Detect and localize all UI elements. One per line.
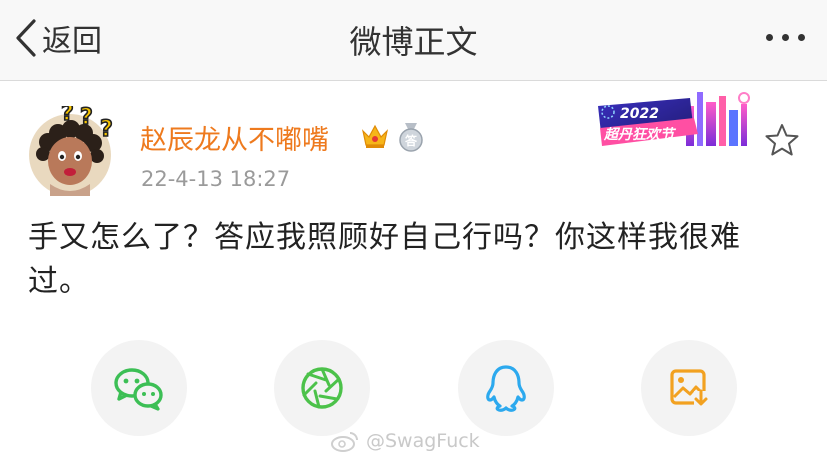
wechat-icon — [114, 368, 163, 411]
nav-bar: 返回 微博正文 — [0, 0, 827, 81]
save-image-icon — [670, 369, 708, 407]
page-title: 微博正文 — [349, 23, 478, 61]
event-badge-image[interactable]: 2022 超丹狂欢节 — [594, 84, 762, 150]
share-wechat-button[interactable] — [91, 340, 187, 436]
svg-text:?: ? — [80, 106, 93, 130]
qq-penguin-icon — [486, 365, 526, 412]
share-moments-button[interactable] — [274, 340, 370, 436]
save-image-button[interactable] — [641, 340, 737, 436]
post-text: 手又怎么了？答应我照顾好自己行吗？你这样我很难过。 — [28, 220, 741, 299]
moments-aperture-icon — [301, 367, 343, 409]
user-name[interactable]: 赵辰龙从不嘟嘴 — [140, 118, 329, 157]
svg-text:答: 答 — [405, 133, 418, 148]
watermark: @SwagFuck — [330, 430, 480, 452]
svg-text:?: ? — [100, 117, 113, 142]
weibo-logo-icon — [331, 432, 358, 452]
more-dots-icon[interactable] — [766, 34, 805, 41]
svg-text:?: ? — [61, 106, 74, 126]
share-qq-button[interactable] — [458, 340, 554, 436]
crown-icon — [361, 124, 389, 148]
medal-icon: 答 — [399, 123, 423, 152]
star-icon[interactable] — [764, 122, 800, 158]
post-timestamp: 22-4-13 18:27 — [141, 167, 291, 191]
watermark-handle: @SwagFuck — [366, 430, 480, 452]
avatar[interactable]: ? ? ? — [28, 106, 126, 196]
svg-text:2022: 2022 — [620, 106, 659, 122]
svg-text:超丹狂欢节: 超丹狂欢节 — [603, 126, 677, 143]
